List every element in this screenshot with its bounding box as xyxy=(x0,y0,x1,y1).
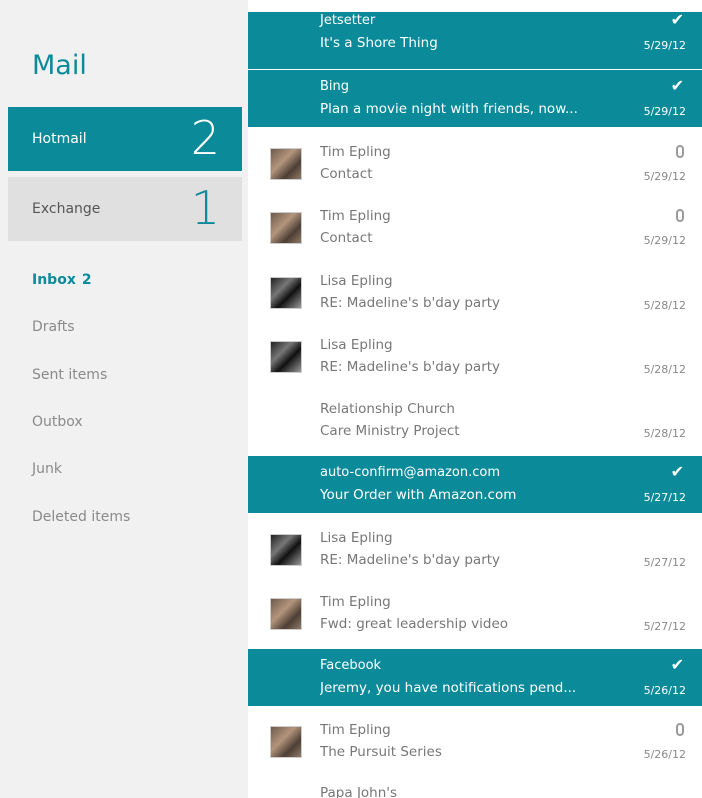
folder-label: Inbox xyxy=(32,272,76,288)
message-date: 5/27/12 xyxy=(643,556,686,569)
message-item[interactable]: Bing Plan a movie night with friends, no… xyxy=(248,70,702,127)
message-date: 5/29/12 xyxy=(643,39,686,52)
folder-label: Junk xyxy=(32,461,62,477)
message-subject: Contact xyxy=(320,166,373,182)
message-sender: Tim Epling xyxy=(320,594,391,610)
avatar xyxy=(270,726,302,758)
message-subject: The Pursuit Series xyxy=(320,744,442,760)
folder-inbox[interactable]: Inbox 2 xyxy=(32,272,92,288)
avatar xyxy=(270,598,302,630)
folder-label: Drafts xyxy=(32,319,75,335)
message-item[interactable]: Facebook Jeremy, you have notifications … xyxy=(248,649,702,706)
folder-outbox[interactable]: Outbox xyxy=(32,414,83,430)
message-date: 5/29/12 xyxy=(643,105,686,118)
folder-junk[interactable]: Junk xyxy=(32,461,62,477)
account-exchange[interactable]: Exchange 1 xyxy=(8,177,242,241)
attachment-icon xyxy=(676,145,684,162)
message-item[interactable]: Tim Epling The Pursuit Series 5/26/12 xyxy=(248,713,702,770)
checkmark-icon: ✔ xyxy=(670,655,684,674)
message-date: 5/28/12 xyxy=(643,363,686,376)
avatar xyxy=(270,341,302,373)
avatar xyxy=(270,212,302,244)
message-sender: Lisa Epling xyxy=(320,273,393,289)
message-date: 5/27/12 xyxy=(643,620,686,633)
attachment-icon xyxy=(676,723,684,740)
message-subject: It's a Shore Thing xyxy=(320,35,438,51)
message-item[interactable]: Tim Epling Fwd: great leadership video 5… xyxy=(248,585,702,642)
message-sender: Facebook xyxy=(320,658,382,673)
avatar xyxy=(270,277,302,309)
folder-label: Sent items xyxy=(32,367,108,383)
navigation-pane: Mail Hotmail 2 Exchange 1 Inbox 2 Drafts … xyxy=(0,0,248,798)
message-subject: Contact xyxy=(320,230,373,246)
folder-label: Outbox xyxy=(32,414,83,430)
message-date: 5/26/12 xyxy=(643,748,686,761)
message-item[interactable]: Relationship Church Care Ministry Projec… xyxy=(248,392,702,449)
message-date: 5/28/12 xyxy=(643,299,686,312)
message-item[interactable]: auto-confirm@amazon.com Your Order with … xyxy=(248,456,702,513)
message-item[interactable]: Jetsetter It's a Shore Thing ✔ 5/29/12 xyxy=(248,10,702,69)
account-name: Hotmail xyxy=(32,131,87,147)
account-name: Exchange xyxy=(32,201,101,217)
avatar xyxy=(270,534,302,566)
message-sender: Papa John's xyxy=(320,785,398,798)
folder-deleted-items[interactable]: Deleted items xyxy=(32,509,130,525)
message-sender: Bing xyxy=(320,79,350,94)
message-subject: Your Order with Amazon.com xyxy=(320,487,517,503)
message-date: 5/29/12 xyxy=(643,234,686,247)
unread-count: 2 xyxy=(190,111,220,165)
checkmark-icon: ✔ xyxy=(670,76,684,95)
message-subject: Fwd: great leadership video xyxy=(320,616,509,632)
message-date: 5/26/12 xyxy=(643,684,686,697)
message-item[interactable]: Tim Epling Contact 5/29/12 xyxy=(248,199,702,256)
message-sender: Lisa Epling xyxy=(320,337,393,353)
message-sender: Tim Epling xyxy=(320,144,391,160)
account-hotmail[interactable]: Hotmail 2 xyxy=(8,107,242,171)
message-subject: RE: Madeline's b'day party xyxy=(320,359,501,375)
message-date: 5/28/12 xyxy=(643,427,686,440)
message-list[interactable]: Jetsetter It's a Shore Thing ✔ 5/29/12 B… xyxy=(248,0,702,798)
folder-drafts[interactable]: Drafts xyxy=(32,319,75,335)
message-sender: Jetsetter xyxy=(320,13,376,28)
message-subject: Care Ministry Project xyxy=(320,423,460,439)
message-date: 5/29/12 xyxy=(643,170,686,183)
folder-unread-count: 2 xyxy=(81,272,92,288)
message-item[interactable]: Papa John's xyxy=(248,776,702,798)
avatar xyxy=(270,148,302,180)
app-title: Mail xyxy=(32,50,87,81)
message-sender: Relationship Church xyxy=(320,401,455,417)
message-subject: RE: Madeline's b'day party xyxy=(320,295,501,311)
message-item[interactable]: Lisa Epling RE: Madeline's b'day party 5… xyxy=(248,264,702,321)
unread-count: 1 xyxy=(190,181,220,235)
attachment-icon xyxy=(676,209,684,226)
checkmark-icon: ✔ xyxy=(670,10,684,29)
message-subject: RE: Madeline's b'day party xyxy=(320,552,501,568)
checkmark-icon: ✔ xyxy=(670,462,684,481)
message-sender: auto-confirm@amazon.com xyxy=(320,465,501,480)
message-subject: Jeremy, you have notifications pend... xyxy=(320,680,577,696)
message-sender: Tim Epling xyxy=(320,722,391,738)
message-item[interactable]: Lisa Epling RE: Madeline's b'day party 5… xyxy=(248,521,702,578)
folder-sent-items[interactable]: Sent items xyxy=(32,367,107,383)
message-item[interactable]: Lisa Epling RE: Madeline's b'day party 5… xyxy=(248,328,702,385)
message-sender: Tim Epling xyxy=(320,208,391,224)
message-sender: Lisa Epling xyxy=(320,530,393,546)
folder-label: Deleted items xyxy=(32,509,131,525)
message-date: 5/27/12 xyxy=(643,491,686,504)
message-item[interactable]: Tim Epling Contact 5/29/12 xyxy=(248,135,702,192)
message-subject: Plan a movie night with friends, now... xyxy=(320,101,578,117)
